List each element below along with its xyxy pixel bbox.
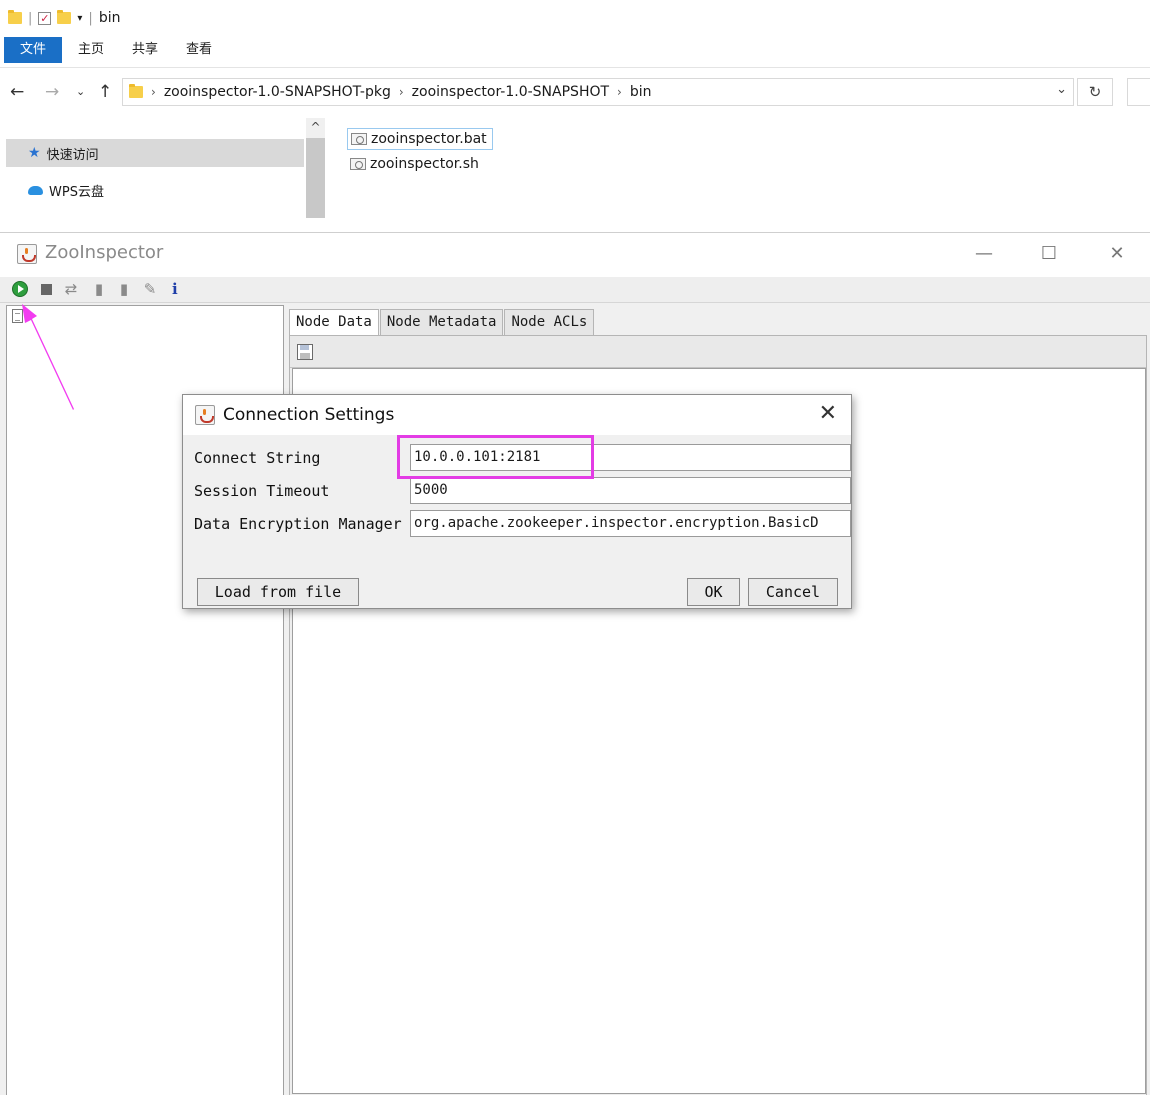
breadcrumb-separator: › <box>151 85 156 99</box>
address-row: ← → ⌄ ↑ › zooinspector-1.0-SNAPSHOT-pkg … <box>0 76 1150 108</box>
edit-icon[interactable]: ✎ <box>142 281 158 297</box>
encryption-manager-input[interactable]: org.apache.zookeeper.inspector.encryptio… <box>410 510 851 537</box>
refresh-icon[interactable]: ⇄ <box>63 281 79 297</box>
nav-item-label: 快速访问 <box>46 147 99 163</box>
tab-node-data[interactable]: Node Data <box>289 309 379 336</box>
info-icon[interactable]: i <box>172 281 188 297</box>
tab-node-metadata[interactable]: Node Metadata <box>379 309 504 335</box>
folder-icon[interactable] <box>8 10 22 24</box>
delete-node-icon[interactable]: ▮ <box>116 281 132 297</box>
file-item-bat[interactable]: zooinspector.bat <box>347 128 493 150</box>
file-name: zooinspector.sh <box>370 156 479 172</box>
tab-node-acls[interactable]: Node ACLs <box>504 309 595 335</box>
document-icon[interactable] <box>12 309 23 323</box>
connect-string-input[interactable]: 10.0.0.101:2181 <box>410 444 851 471</box>
ok-button[interactable]: OK <box>687 578 740 606</box>
script-file-icon <box>350 158 366 170</box>
node-tabs: Node Data Node Metadata Node ACLs <box>289 309 595 336</box>
encryption-manager-label: Data Encryption Manager <box>194 515 402 533</box>
session-timeout-label: Session Timeout <box>194 482 330 500</box>
dialog-title: Connection Settings <box>223 405 395 425</box>
session-timeout-input[interactable]: 5000 <box>410 477 851 504</box>
back-arrow-icon[interactable]: ← <box>10 76 24 108</box>
title-bar: ZooInspector — ☐ ✕ <box>0 233 1150 277</box>
minimize-icon[interactable]: — <box>964 239 1004 269</box>
new-folder-icon[interactable] <box>57 10 72 24</box>
cloud-icon <box>28 185 43 195</box>
ribbon-divider <box>0 67 1150 68</box>
zooinspector-window: ZooInspector — ☐ ✕ ⇄ ▮ ▮ ✎ i Node Data N… <box>0 232 1150 1095</box>
nav-item-wps-cloud[interactable]: WPS云盘 <box>6 176 304 204</box>
toolbar: ⇄ ▮ ▮ ✎ i <box>0 277 1150 303</box>
close-icon[interactable]: ✕ <box>1097 239 1137 269</box>
forward-arrow-icon[interactable]: → <box>45 76 59 108</box>
file-explorer-window: | ✓ ▾ | bin 文件 主页 共享 查看 ← → ⌄ ↑ › zooins… <box>0 0 1150 232</box>
separator: | <box>28 10 33 26</box>
connect-string-label: Connect String <box>194 449 321 467</box>
separator: | <box>88 10 93 26</box>
connection-settings-dialog: Connection Settings ✕ Connect String 10.… <box>182 394 852 609</box>
up-arrow-icon[interactable]: ↑ <box>98 76 112 108</box>
node-data-toolbar <box>290 336 1146 368</box>
star-icon: ★ <box>28 145 41 161</box>
close-icon[interactable]: ✕ <box>819 401 837 426</box>
scroll-up-icon[interactable]: ^ <box>306 118 325 136</box>
connect-icon[interactable] <box>12 281 28 297</box>
properties-icon[interactable]: ✓ <box>38 11 52 25</box>
tab-home[interactable]: 主页 <box>64 37 118 63</box>
address-dropdown-icon[interactable]: ⌄ <box>1056 82 1067 97</box>
file-name: zooinspector.bat <box>371 131 487 147</box>
nav-item-label: WPS云盘 <box>49 184 104 200</box>
ribbon-tabs: 文件 主页 共享 查看 <box>0 37 226 63</box>
nav-item-quick-access[interactable]: ★ 快速访问 <box>6 139 304 167</box>
tab-view[interactable]: 查看 <box>172 37 226 63</box>
breadcrumb-separator: › <box>398 85 404 99</box>
search-box[interactable] <box>1127 78 1150 106</box>
file-item-sh[interactable]: zooinspector.sh <box>347 153 484 175</box>
breadcrumb-item[interactable]: zooinspector-1.0-SNAPSHOT <box>412 84 609 100</box>
tab-file[interactable]: 文件 <box>4 37 63 63</box>
java-icon <box>195 405 215 425</box>
load-from-file-button[interactable]: Load from file <box>197 578 359 606</box>
breadcrumb-item[interactable]: zooinspector-1.0-SNAPSHOT-pkg <box>164 84 391 100</box>
tab-share[interactable]: 共享 <box>118 37 172 63</box>
nav-scrollbar-thumb[interactable] <box>306 138 325 218</box>
recent-locations-chevron-icon[interactable]: ⌄ <box>76 76 85 108</box>
java-icon <box>17 244 37 264</box>
script-file-icon <box>351 133 367 145</box>
breadcrumb-separator: › <box>617 85 622 99</box>
maximize-icon[interactable]: ☐ <box>1029 239 1069 269</box>
refresh-icon[interactable]: ↻ <box>1077 78 1113 106</box>
customize-qat-icon[interactable]: ▾ <box>77 13 82 24</box>
add-node-icon[interactable]: ▮ <box>91 281 107 297</box>
folder-icon <box>129 84 143 98</box>
breadcrumb-item[interactable]: bin <box>630 84 652 100</box>
cancel-button[interactable]: Cancel <box>748 578 838 606</box>
window-title: ZooInspector <box>45 242 164 263</box>
navigation-pane: ★ 快速访问 WPS云盘 <box>0 118 325 218</box>
address-bar[interactable]: › zooinspector-1.0-SNAPSHOT-pkg › zooins… <box>122 78 1074 106</box>
disconnect-icon[interactable] <box>41 284 52 295</box>
save-icon[interactable] <box>297 344 313 360</box>
dialog-title-bar: Connection Settings ✕ <box>183 395 851 435</box>
quick-access-toolbar: | ✓ ▾ | bin <box>8 8 120 28</box>
window-title: bin <box>98 10 121 26</box>
